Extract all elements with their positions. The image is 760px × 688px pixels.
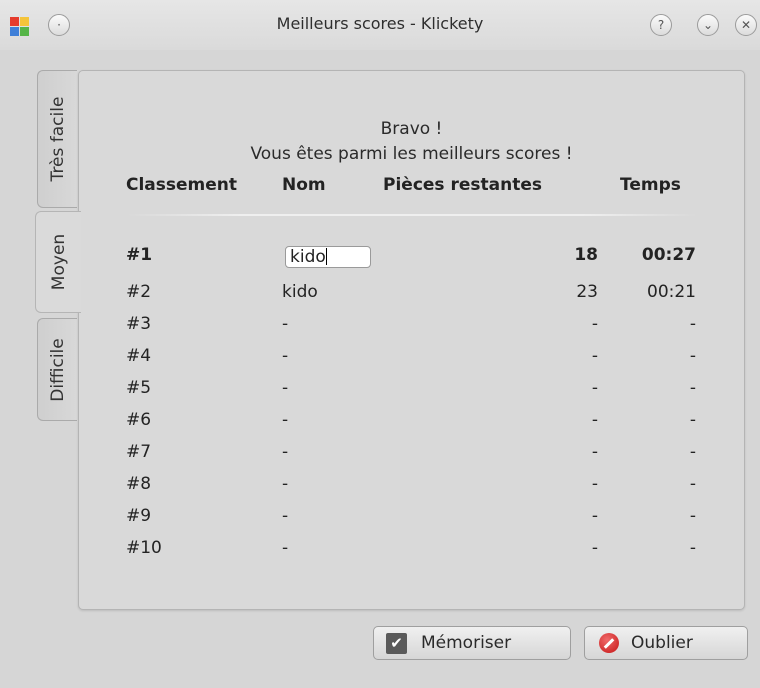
header-rank: Classement bbox=[126, 175, 238, 195]
tab-difficile[interactable]: Difficile bbox=[37, 318, 77, 421]
row-rank: #1 bbox=[126, 245, 153, 265]
row-name: kido bbox=[282, 282, 318, 302]
forget-button-label: Oublier bbox=[631, 633, 693, 653]
row-rank: #4 bbox=[126, 346, 152, 366]
row-name: - bbox=[282, 314, 289, 334]
minimize-button[interactable]: ⌄ bbox=[697, 14, 719, 36]
row-pieces: - bbox=[591, 346, 598, 366]
row-time: 00:21 bbox=[647, 282, 696, 302]
save-button[interactable]: ✔ Mémoriser bbox=[373, 626, 571, 660]
close-icon: ✕ bbox=[740, 18, 752, 32]
row-time: - bbox=[689, 538, 696, 558]
row-rank: #5 bbox=[126, 378, 152, 398]
forbidden-icon bbox=[599, 633, 619, 653]
text-caret bbox=[325, 248, 327, 265]
row-name: - bbox=[282, 378, 289, 398]
row-pieces: 18 bbox=[574, 245, 598, 265]
header-pieces: Pièces restantes bbox=[383, 175, 542, 195]
tab-moyen[interactable]: Moyen bbox=[35, 211, 81, 313]
row-rank: #9 bbox=[126, 506, 152, 526]
row-name: - bbox=[282, 410, 289, 430]
tab-difficile-label: Difficile bbox=[47, 337, 68, 402]
header-time: Temps bbox=[620, 175, 681, 195]
row-time: - bbox=[689, 410, 696, 430]
title-bar[interactable]: · Meilleurs scores - Klickety ? ⌄ ✕ bbox=[0, 0, 760, 50]
row-name: - bbox=[282, 442, 289, 462]
row-name: - bbox=[282, 506, 289, 526]
row-name: - bbox=[282, 538, 289, 558]
tab-moyen-label: Moyen bbox=[48, 233, 69, 291]
row-time: 00:27 bbox=[641, 245, 696, 265]
row-time: - bbox=[689, 506, 696, 526]
row-rank: #8 bbox=[126, 474, 152, 494]
row-rank: #2 bbox=[126, 282, 152, 302]
checkmark-icon: ✔ bbox=[386, 632, 407, 654]
row-pieces: - bbox=[591, 410, 598, 430]
row-pieces: - bbox=[591, 538, 598, 558]
help-icon: ? bbox=[657, 18, 665, 32]
row-time: - bbox=[689, 314, 696, 334]
row-time: - bbox=[689, 346, 696, 366]
row-name: - bbox=[282, 346, 289, 366]
tab-tres-facile-label: Très facile bbox=[47, 96, 68, 182]
chevron-down-icon: ⌄ bbox=[702, 18, 714, 32]
player-name-input[interactable]: kido bbox=[285, 246, 371, 268]
row-rank: #6 bbox=[126, 410, 152, 430]
row-rank: #10 bbox=[126, 538, 162, 558]
row-time: - bbox=[689, 474, 696, 494]
row-rank: #7 bbox=[126, 442, 152, 462]
row-time: - bbox=[689, 378, 696, 398]
forget-button[interactable]: Oublier bbox=[584, 626, 748, 660]
save-button-label: Mémoriser bbox=[421, 633, 512, 653]
row-time: - bbox=[689, 442, 696, 462]
highscores-panel: Bravo ! Vous êtes parmi les meilleurs sc… bbox=[78, 70, 745, 610]
congrats-subtitle: Vous êtes parmi les meilleurs scores ! bbox=[250, 144, 573, 164]
congrats-title: Bravo ! bbox=[380, 119, 443, 139]
row-name: - bbox=[282, 474, 289, 494]
help-button[interactable]: ? bbox=[650, 14, 672, 36]
window-title: Meilleurs scores - Klickety bbox=[276, 14, 484, 33]
header-name: Nom bbox=[282, 175, 326, 195]
row-pieces: - bbox=[591, 378, 598, 398]
header-separator bbox=[127, 214, 697, 216]
tab-tres-facile[interactable]: Très facile bbox=[37, 70, 77, 208]
row-pieces: - bbox=[591, 314, 598, 334]
player-name-value: kido bbox=[290, 247, 326, 267]
close-button[interactable]: ✕ bbox=[735, 14, 757, 36]
row-pieces: - bbox=[591, 474, 598, 494]
row-pieces: - bbox=[591, 506, 598, 526]
row-rank: #3 bbox=[126, 314, 152, 334]
row-pieces: - bbox=[591, 442, 598, 462]
row-pieces: 23 bbox=[576, 282, 598, 302]
